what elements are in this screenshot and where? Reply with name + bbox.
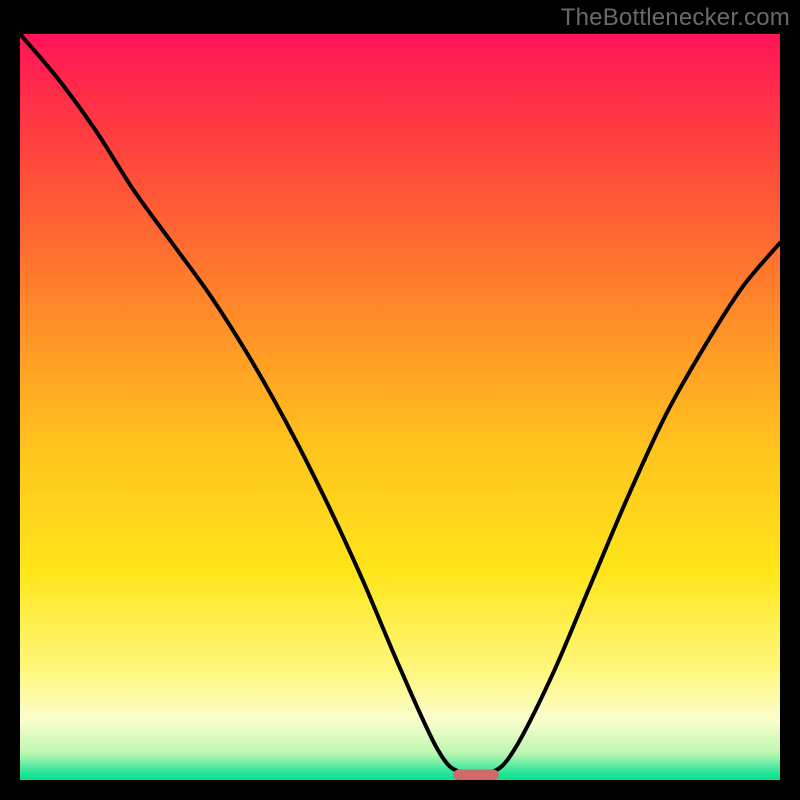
plot-area xyxy=(20,34,780,780)
optimal-marker xyxy=(453,770,499,780)
watermark-text: TheBottlenecker.com xyxy=(561,4,790,32)
chart-frame: TheBottlenecker.com xyxy=(0,0,800,800)
bottleneck-chart xyxy=(20,34,780,780)
